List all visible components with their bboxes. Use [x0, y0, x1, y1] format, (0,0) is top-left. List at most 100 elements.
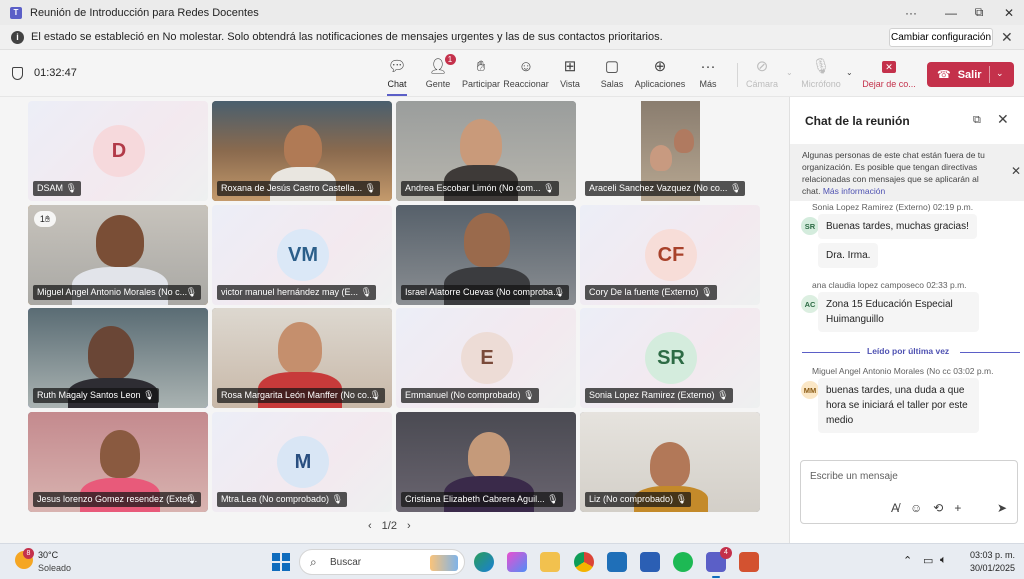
- react-button[interactable]: ☺ Reaccionar: [503, 58, 549, 92]
- mic-muted-icon: 🎙︎: [729, 183, 742, 193]
- word-app-icon[interactable]: [640, 552, 660, 572]
- more-icon: ···: [700, 58, 716, 75]
- system-clock[interactable]: 03:03 p. m. 30/01/2025: [963, 549, 1015, 575]
- chrome-app-icon[interactable]: [574, 552, 594, 572]
- next-page-icon[interactable]: ›: [407, 520, 411, 532]
- spotify-app-icon[interactable]: [673, 552, 693, 572]
- participant-name: Mtra.Lea (No comprobado) 🎙︎: [217, 492, 348, 507]
- read-line-left: [802, 352, 860, 353]
- format-icon[interactable]: A̸: [891, 501, 899, 515]
- participant-tile[interactable]: E Emmanuel (No comprobado) 🎙︎: [396, 308, 576, 408]
- participant-tile[interactable]: M Mtra.Lea (No comprobado) 🎙︎: [212, 412, 392, 512]
- mic-muted-icon: 🎙︎: [717, 390, 729, 400]
- mic-muted-icon: 🎙︎: [553, 287, 565, 297]
- teams-app-icon[interactable]: 4: [706, 547, 732, 578]
- compose-placeholder[interactable]: Escribe un mensaje: [810, 471, 898, 482]
- stop-sharing-button[interactable]: ✕ Dejar de co...: [862, 58, 916, 92]
- pop-out-icon[interactable]: ⧉: [973, 114, 981, 127]
- message-compose-box[interactable]: Escribe un mensaje A̸ ☺ ⟲ + ➤: [800, 460, 1018, 524]
- breakout-rooms-label: Salas: [600, 79, 624, 89]
- hang-up-icon: ☎: [937, 69, 951, 81]
- participant-tile[interactable]: Andrea Escobar Limón (No com... 🎙︎: [396, 101, 576, 201]
- apps-label: Aplicaciones: [634, 79, 686, 89]
- participant-tile[interactable]: Ruth Magaly Santos Leon 🎙︎: [28, 308, 208, 408]
- emoji-icon[interactable]: ☺: [910, 501, 922, 515]
- participant-tile[interactable]: Israel Alatorre Cuevas (No comproba... 🎙︎: [396, 205, 576, 305]
- network-icon[interactable]: ▭: [923, 554, 933, 567]
- close-chat-icon[interactable]: ✕: [997, 111, 1009, 128]
- participant-name: Roxana de Jesús Castro Castella... 🎙︎: [217, 181, 381, 196]
- more-info-link[interactable]: Más información: [823, 186, 885, 196]
- attach-plus-icon[interactable]: +: [954, 501, 961, 515]
- maximize-button[interactable]: ⧉: [964, 0, 994, 25]
- change-settings-button[interactable]: Cambiar configuración: [889, 28, 993, 47]
- camera-options-chevron-icon[interactable]: ⌄: [786, 68, 793, 77]
- participant-tile[interactable]: Araceli Sanchez Vazquez (No co... 🎙︎: [580, 101, 760, 201]
- participant-name: Jesus lorenzo Gomez resendez (Exter... 🎙︎: [33, 492, 201, 507]
- participant-tile[interactable]: D DSAM 🎙︎: [28, 101, 208, 201]
- mic-options-chevron-icon[interactable]: ⌄: [846, 68, 853, 77]
- participant-avatar: M: [277, 436, 329, 488]
- close-window-button[interactable]: ✕: [994, 0, 1024, 25]
- participant-tile[interactable]: Liz (No comprobado) 🎙︎: [580, 412, 760, 512]
- breakout-rooms-button[interactable]: ▢ Salas: [590, 58, 634, 92]
- message-bubble: Buenas tardes, muchas gracias!: [818, 214, 977, 239]
- clock-date: 30/01/2025: [969, 563, 1015, 573]
- info-icon: i: [11, 30, 24, 44]
- tray-chevron-up-icon[interactable]: ⌃: [903, 554, 912, 567]
- microphone-button[interactable]: 🎙︎ Micrófono: [799, 58, 843, 92]
- participant-tile[interactable]: Jesus lorenzo Gomez resendez (Exter... 🎙︎: [28, 412, 208, 512]
- page-indicator: 1/2: [381, 520, 397, 532]
- participant-tile[interactable]: 1✋︎ Miguel Angel Antonio Morales (No c..…: [28, 205, 208, 305]
- store-app-icon[interactable]: [607, 552, 627, 572]
- edge-app-icon[interactable]: [474, 552, 494, 572]
- taskbar-search[interactable]: ⌕ Buscar: [299, 549, 465, 575]
- file-explorer-icon[interactable]: [540, 552, 560, 572]
- compose-tools: A̸ ☺ ⟲ +: [891, 501, 961, 515]
- participant-tile[interactable]: VM victor manuel hernández may (E... 🎙︎: [212, 205, 392, 305]
- more-button[interactable]: ··· Más: [686, 58, 730, 92]
- more-label: Más: [699, 79, 717, 89]
- meeting-chat-panel: Chat de la reunión ⧉ ✕ Algunas personas …: [789, 97, 1024, 543]
- prev-page-icon[interactable]: ‹: [368, 520, 372, 532]
- avatar: SR: [801, 217, 819, 235]
- read-marker-label: Leído por última vez: [867, 346, 950, 356]
- close-icon[interactable]: ✕: [1001, 29, 1013, 46]
- participant-tile[interactable]: Rosa Margarita León Manffer (No co... 🎙︎: [212, 308, 392, 408]
- mic-muted-icon: 🎙︎: [701, 287, 713, 297]
- participant-tile[interactable]: Cristiana Elizabeth Cabrera Aguil... 🎙︎: [396, 412, 576, 512]
- send-icon[interactable]: ➤: [997, 501, 1007, 515]
- raise-hand-button[interactable]: ✋︎ Participar: [459, 58, 503, 92]
- loop-icon[interactable]: ⟲: [933, 501, 943, 515]
- more-options-icon[interactable]: ···: [896, 0, 926, 25]
- participant-tile[interactable]: SR Sonia Lopez Ramirez (Externo) 🎙︎: [580, 308, 760, 408]
- volume-icon[interactable]: 🔈︎: [940, 554, 947, 567]
- dismiss-warning-icon[interactable]: ✕: [1011, 164, 1021, 178]
- participant-name: Liz (No comprobado) 🎙︎: [585, 492, 692, 507]
- participant-tile[interactable]: CF Cory De la fuente (Externo) 🎙︎: [580, 205, 760, 305]
- copilot-app-icon[interactable]: [507, 552, 527, 572]
- mic-muted-icon: 🎙︎: [543, 183, 555, 193]
- participant-tile[interactable]: Roxana de Jesús Castro Castella... 🎙︎: [212, 101, 392, 201]
- chat-button[interactable]: 💬︎ Chat: [375, 58, 419, 96]
- message-meta: Miguel Angel Antonio Morales (No cc 03:0…: [812, 366, 994, 376]
- view-button[interactable]: ⊞ Vista: [548, 58, 592, 92]
- leave-button[interactable]: ☎ Salir ⌄: [927, 62, 1014, 87]
- grid-pager: ‹ 1/2 ›: [368, 520, 411, 532]
- search-icon: ⌕: [310, 555, 317, 569]
- dnd-notification-bar: i El estado se estableció en No molestar…: [0, 25, 1024, 50]
- chat-title: Chat de la reunión: [805, 114, 910, 128]
- participant-face: [278, 322, 322, 374]
- people-button[interactable]: 👤︎ 1 Gente: [416, 54, 460, 92]
- mic-muted-icon: 🎙︎: [143, 390, 155, 400]
- minimize-button[interactable]: —: [936, 0, 966, 25]
- apps-button[interactable]: ⊕ Aplicaciones: [635, 58, 686, 92]
- windows-start-icon[interactable]: [272, 553, 290, 571]
- leave-divider: [989, 66, 990, 83]
- weather-condition: Soleado: [38, 563, 72, 573]
- powerpoint-app-icon[interactable]: [739, 552, 759, 572]
- camera-button[interactable]: ⊘ Cámara: [740, 58, 784, 92]
- camera-label: Cámara: [745, 79, 778, 89]
- shield-icon: [12, 67, 23, 80]
- leave-options-chevron-icon[interactable]: ⌄: [996, 68, 1004, 79]
